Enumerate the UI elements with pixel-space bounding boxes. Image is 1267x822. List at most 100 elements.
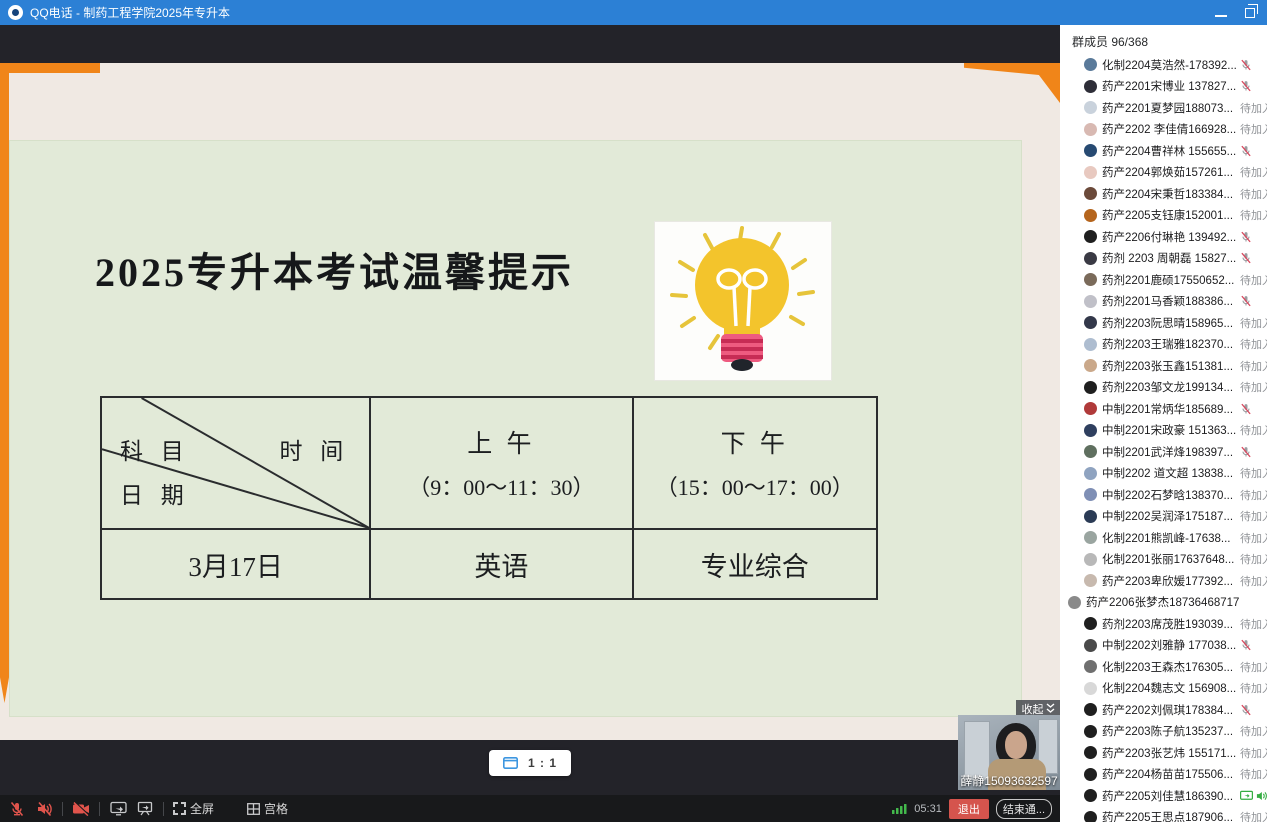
member-row[interactable]: 中制2201武洋烽198397... (1060, 441, 1267, 463)
member-status: 待加入 (1240, 659, 1267, 675)
restore-window-icon[interactable] (1245, 8, 1255, 18)
speaker-muted-icon[interactable] (35, 801, 53, 817)
member-row[interactable]: 药产2202刘佩琪178384... (1060, 699, 1267, 721)
end-call-button[interactable]: 结束通... (996, 799, 1052, 819)
member-row[interactable]: 药剂2201马香颖188386... (1060, 291, 1267, 313)
member-row[interactable]: 药产2206张梦杰18736468717 (1060, 592, 1267, 614)
table-am-header: 上 午 （9：00～11：30） (370, 397, 632, 529)
member-row[interactable]: 药产2205王思点187906... 待加入 (1060, 807, 1267, 822)
member-name: 药剂2203阮思晴158965... (1102, 315, 1233, 331)
slide-title: 2025专升本考试温馨提示 (95, 240, 574, 298)
member-status: 待加入 (1240, 186, 1267, 202)
member-row[interactable]: 药产2204杨苗苗175506...待加入 (1060, 764, 1267, 786)
member-name: 中制2202刘雅静 177038... (1102, 637, 1236, 653)
member-avatar (1084, 768, 1097, 781)
member-row[interactable]: 药产2201宋博业 137827... (1060, 76, 1267, 98)
member-row[interactable]: 药剂 2203 周朝磊 15827... (1060, 248, 1267, 270)
waiting-to-join-label: 待加入 (1240, 680, 1267, 696)
exit-button[interactable]: 退出 (949, 799, 989, 819)
member-row[interactable]: 药产2201夏梦园188073...待加入 (1060, 97, 1267, 119)
screen-share-on-icon (1240, 790, 1253, 801)
grid-view-button[interactable]: 宫格 (247, 800, 288, 817)
member-row[interactable]: 药剂2203邹文龙199134...待加入 (1060, 377, 1267, 399)
ratio-1-1-button[interactable]: 1 : 1 (489, 750, 571, 776)
member-name: 药产2205刘佳慧186390... (1102, 788, 1233, 804)
member-name: 药产2205支钰康152001... (1102, 207, 1233, 223)
member-status: 待加入 (1240, 680, 1267, 696)
member-name: 中制2202吴润泽175187... (1102, 508, 1233, 524)
waiting-to-join-label: 待加入 (1240, 659, 1267, 675)
member-avatar (1084, 488, 1097, 501)
toolbar-divider (99, 802, 100, 816)
waiting-to-join-label: 待加入 (1240, 809, 1267, 822)
exam-date-cell: 3月17日 (101, 529, 370, 599)
mic-muted-icon[interactable] (8, 801, 26, 817)
member-row[interactable]: 中制2202吴润泽175187... 待加入 (1060, 506, 1267, 528)
member-row[interactable]: 药剂2203张玉鑫151381...待加入 (1060, 355, 1267, 377)
member-row[interactable]: 药剂2203阮思晴158965...待加入 (1060, 312, 1267, 334)
member-avatar (1084, 80, 1097, 93)
member-row[interactable]: 药产2203陈子航135237...待加入 (1060, 721, 1267, 743)
member-row[interactable]: 药产2202 李佳倩166928...待加入 (1060, 119, 1267, 141)
screen-share-icon[interactable] (109, 801, 127, 817)
member-avatar (1084, 144, 1097, 157)
member-name: 药产2204曹祥林 155655... (1102, 143, 1236, 159)
member-status (1240, 145, 1252, 157)
call-stage: 2025专升本考试温馨提示 (0, 25, 1060, 822)
member-row[interactable]: 药产2203卑欣媛177392...待加入 (1060, 570, 1267, 592)
presenter-video-thumbnail[interactable]: 薛静15093632597 (958, 715, 1060, 790)
member-row[interactable]: 药产2203张艺炜 155171...待加入 (1060, 742, 1267, 764)
member-row[interactable]: 化制2201张丽17637648...待加入 (1060, 549, 1267, 571)
member-status: 待加入 (1240, 745, 1267, 761)
grid-label: 宫格 (264, 800, 288, 817)
member-avatar (1084, 531, 1097, 544)
member-status: 待加入 (1240, 573, 1267, 589)
whiteboard-icon[interactable] (136, 801, 154, 817)
member-row[interactable]: 药产2205支钰康152001... 待加入 (1060, 205, 1267, 227)
member-row[interactable]: 药剂2201鹿硕17550652...待加入 (1060, 269, 1267, 291)
waiting-to-join-label: 待加入 (1240, 508, 1267, 524)
member-row[interactable]: 药剂2203王瑞雅182370...待加入 (1060, 334, 1267, 356)
member-avatar (1084, 467, 1097, 480)
member-row[interactable]: 化制2204莫浩然-178392... (1060, 54, 1267, 76)
member-status (1240, 231, 1252, 243)
member-row[interactable]: 化制2203王森杰176305...待加入 (1060, 656, 1267, 678)
waiting-to-join-label: 待加入 (1240, 121, 1267, 137)
member-avatar (1084, 381, 1097, 394)
member-avatar (1084, 295, 1097, 308)
member-status (1240, 790, 1267, 801)
member-avatar (1084, 230, 1097, 243)
camera-muted-icon[interactable] (72, 801, 90, 817)
waiting-to-join-label: 待加入 (1240, 358, 1267, 374)
waiting-to-join-label: 待加入 (1240, 207, 1267, 223)
member-row[interactable]: 药产2205刘佳慧186390... (1060, 785, 1267, 807)
qq-call-icon (8, 5, 23, 20)
member-name: 药产2202刘佩琪178384... (1102, 702, 1233, 718)
member-row[interactable]: 药产2204宋秉哲183384...待加入 (1060, 183, 1267, 205)
fullscreen-button[interactable]: 全屏 (173, 800, 214, 817)
waiting-to-join-label: 待加入 (1240, 573, 1267, 589)
table-row: 3月17日 英语 专业综合 (101, 529, 877, 599)
member-row[interactable]: 化制2201熊凯峰-17638...待加入 (1060, 527, 1267, 549)
member-row[interactable]: 中制2202刘雅静 177038... (1060, 635, 1267, 657)
member-row[interactable]: 药产2204曹祥林 155655... (1060, 140, 1267, 162)
member-row[interactable]: 药产2206付琳艳 139492... (1060, 226, 1267, 248)
member-status (1240, 59, 1252, 71)
member-name: 药产2205王思点187906... (1102, 809, 1233, 822)
member-name: 药剂2203席茂胜193039... (1102, 616, 1233, 632)
member-row[interactable]: 中制2201常炳华185689... (1060, 398, 1267, 420)
waiting-to-join-label: 待加入 (1240, 164, 1267, 180)
waiting-to-join-label: 待加入 (1240, 422, 1267, 438)
member-row[interactable]: 药剂2203席茂胜193039...待加入 (1060, 613, 1267, 635)
member-row[interactable]: 药产2204郭焕茹157261...待加入 (1060, 162, 1267, 184)
member-status (1240, 295, 1252, 307)
member-status: 待加入 (1240, 121, 1267, 137)
minimize-icon[interactable] (1215, 15, 1227, 17)
member-row[interactable]: 中制2201宋政豪 151363...待加入 (1060, 420, 1267, 442)
member-row[interactable]: 化制2204魏志文 156908...待加入 (1060, 678, 1267, 700)
window-title: QQ电话 - 制药工程学院2025年专升本 (30, 4, 230, 21)
member-avatar (1084, 402, 1097, 415)
member-row[interactable]: 中制2202石梦晗138370...待加入 (1060, 484, 1267, 506)
waiting-to-join-label: 待加入 (1240, 100, 1267, 116)
member-row[interactable]: 中制2202 道文超 13838...待加入 (1060, 463, 1267, 485)
